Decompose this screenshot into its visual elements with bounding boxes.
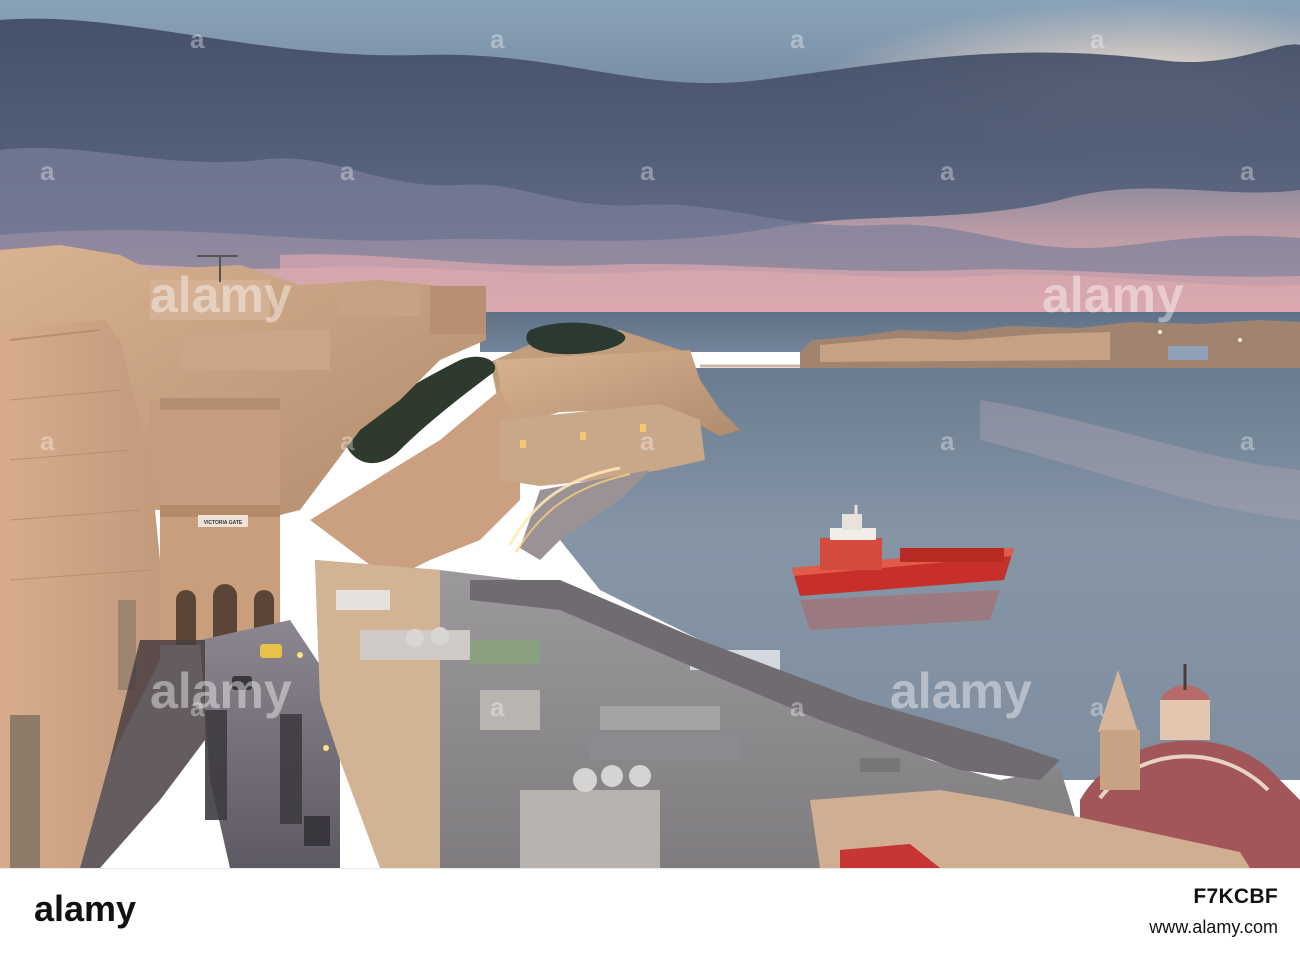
footer-info: F7KCBF www.alamy.com <box>1149 885 1278 938</box>
victoria-gate: VICTORIA GATE <box>160 505 280 645</box>
yellow-car <box>260 644 282 658</box>
stock-footer: alamy F7KCBF www.alamy.com <box>0 868 1300 956</box>
svg-text:alamy: alamy <box>1042 267 1184 323</box>
svg-text:a: a <box>340 426 355 456</box>
gate-sign: VICTORIA GATE <box>204 520 243 526</box>
svg-text:a: a <box>340 156 355 186</box>
svg-text:a: a <box>1090 692 1105 722</box>
svg-text:a: a <box>1240 426 1255 456</box>
svg-text:a: a <box>940 426 955 456</box>
svg-text:alamy: alamy <box>150 663 292 719</box>
harbour-photo: VICTORIA GATE a a a a a a a a a a a a a … <box>0 0 1300 868</box>
svg-text:a: a <box>490 24 505 54</box>
svg-text:a: a <box>190 24 205 54</box>
alamy-logo: alamy <box>34 883 154 943</box>
svg-text:a: a <box>40 156 55 186</box>
site-url[interactable]: www.alamy.com <box>1149 917 1278 938</box>
svg-text:a: a <box>790 24 805 54</box>
svg-text:alamy: alamy <box>890 663 1032 719</box>
svg-text:a: a <box>790 692 805 722</box>
svg-text:a: a <box>1090 24 1105 54</box>
svg-text:a: a <box>940 156 955 186</box>
svg-text:alamy: alamy <box>34 888 136 929</box>
svg-text:alamy: alamy <box>150 267 292 323</box>
svg-text:a: a <box>640 156 655 186</box>
svg-text:a: a <box>490 692 505 722</box>
image-id: F7KCBF <box>1193 885 1278 908</box>
svg-text:a: a <box>40 426 55 456</box>
svg-text:a: a <box>640 426 655 456</box>
svg-text:a: a <box>1240 156 1255 186</box>
